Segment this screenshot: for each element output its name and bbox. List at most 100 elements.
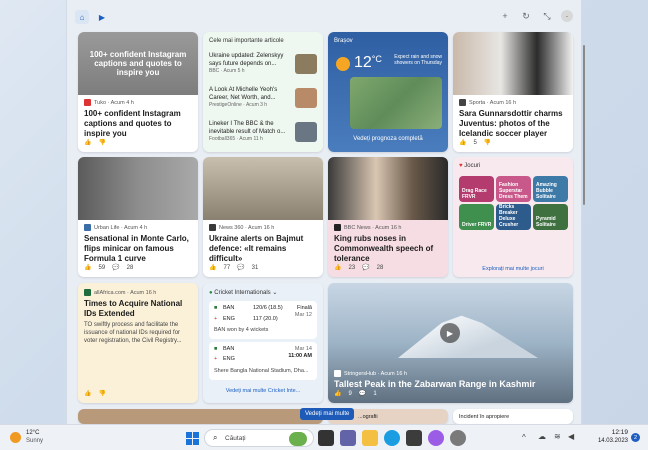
taskbar-weather-desc[interactable]: Sunny: [26, 438, 43, 444]
king-title[interactable]: King rubs noses in Commonwealth speech o…: [334, 234, 444, 264]
search-icon: ⌕: [213, 433, 218, 442]
game-tile[interactable]: Fashion Superstar Dress Them: [496, 176, 531, 202]
cricket-header[interactable]: ● Cricket Internationals ⌄: [209, 289, 277, 296]
king-source: BBC News · Acum 16 h: [334, 224, 401, 231]
onedrive-icon[interactable]: ☁: [538, 432, 546, 441]
like-icon[interactable]: 👍: [84, 390, 91, 397]
weather-card[interactable]: Brașov 12°C Expect rain and snow showers…: [328, 32, 448, 152]
weather-map[interactable]: [350, 77, 442, 129]
bajmut-thumbnail: [203, 157, 323, 220]
comment-icon[interactable]: 💬: [237, 264, 244, 271]
instagram-card[interactable]: 100+ confident Instagram captions and qu…: [78, 32, 198, 152]
king-actions: 👍 23 💬 28: [334, 264, 384, 272]
profile-icon[interactable]: ·: [561, 10, 573, 22]
collapse-icon[interactable]: ⤡: [541, 10, 553, 22]
weather-forecast-link[interactable]: Vedeți prognoza completă: [328, 136, 448, 142]
windows-start-icon[interactable]: [184, 430, 200, 446]
story-thumbnail: [295, 88, 317, 108]
instagram-title[interactable]: 100+ confident Instagram captions and qu…: [84, 109, 194, 139]
file-explorer-icon[interactable]: [362, 430, 378, 446]
sun-icon: [336, 57, 350, 71]
monte-card[interactable]: Urban Life · Acum 4 h Sensational in Mon…: [78, 157, 198, 277]
sara-source: Sporta · Acum 16 h: [459, 99, 516, 106]
volume-icon[interactable]: ◀: [568, 432, 574, 441]
bajmut-card[interactable]: News 360 · Acum 16 h Ukraine alerts on B…: [203, 157, 323, 277]
cricket-match-1[interactable]: ■ BAN 120/6 (18.5) + ENG 117 (20.0) Fina…: [209, 301, 317, 339]
top-stories-card: Cele mai importante articole Ukraine upd…: [203, 32, 323, 152]
story-text[interactable]: A Look At Michelle Yeoh's Career, Net Wo…: [209, 86, 293, 102]
dislike-icon[interactable]: 👎: [484, 139, 491, 146]
refresh-icon[interactable]: ↻: [520, 10, 532, 22]
ids-card[interactable]: allAfrica.com · Acum 16 h Times to Acqui…: [78, 283, 198, 403]
play-icon[interactable]: ▶: [440, 323, 460, 343]
video-icon[interactable]: ▶: [95, 10, 109, 24]
bajmut-title[interactable]: Ukraine alerts on Bajmut defence: «It re…: [209, 234, 319, 264]
monte-source: Urban Life · Acum 4 h: [84, 224, 147, 231]
king-card[interactable]: BBC News · Acum 16 h King rubs noses in …: [328, 157, 448, 277]
chevron-up-icon[interactable]: ^: [522, 433, 526, 442]
store-icon[interactable]: [406, 430, 422, 446]
top-stories-header: Cele mai importante articole: [209, 38, 284, 44]
teams-chat-icon[interactable]: [340, 430, 356, 446]
search-input[interactable]: ⌕ Căutați: [204, 429, 314, 447]
see-more-tooltip[interactable]: Vedeți mai multe: [300, 408, 355, 420]
story-thumbnail: [295, 54, 317, 74]
story-text[interactable]: Lineker I The BBC & the inevitable resul…: [209, 120, 293, 136]
like-icon[interactable]: 👍: [459, 139, 466, 146]
scrollbar[interactable]: [583, 45, 585, 205]
ids-title[interactable]: Times to Acquire National IDs Extended: [84, 299, 194, 319]
dislike-icon[interactable]: 👎: [98, 390, 105, 397]
widgets-panel: ⌂ ▶ + ↻ ⤡ · 100+ confident Instagram cap…: [66, 0, 582, 424]
kashmir-source: StringersHub · Acum 16 h: [334, 370, 407, 377]
king-thumbnail: [328, 157, 448, 220]
cricket-match-2[interactable]: ■ BAN + ENG Mar 14 11:00 AM Shere Bangla…: [209, 342, 317, 380]
like-icon[interactable]: 👍: [84, 139, 91, 146]
story-text[interactable]: Ukraine updated: Zelenskyy says future d…: [209, 52, 293, 68]
instagram-actions: 👍 👎: [84, 139, 106, 146]
plus-icon[interactable]: +: [499, 10, 511, 22]
comment-icon[interactable]: 💬: [362, 264, 369, 271]
taskbar-weather-temp[interactable]: 12°C: [26, 430, 39, 436]
monte-title[interactable]: Sensational in Monte Carlo, flips minica…: [84, 234, 194, 264]
like-icon[interactable]: 👍: [84, 264, 91, 271]
copilot-icon[interactable]: [428, 430, 444, 446]
partial-right-label: Incident în apropiere: [459, 414, 510, 420]
like-icon[interactable]: 👍: [334, 390, 341, 397]
settings-gear-icon[interactable]: [450, 430, 466, 446]
task-view-icon[interactable]: [318, 430, 334, 446]
comment-icon[interactable]: 💬: [359, 390, 366, 397]
dislike-icon[interactable]: 👎: [98, 139, 105, 146]
game-tile[interactable]: Pyramid Solitaire: [533, 204, 568, 230]
game-tile[interactable]: Drag Race FRVR: [459, 176, 494, 202]
game-tile[interactable]: Driver FRVR: [459, 204, 494, 230]
game-tile[interactable]: Amazing Bubble Solitaire: [533, 176, 568, 202]
weather-location[interactable]: Brașov: [334, 38, 353, 44]
weather-sun-icon[interactable]: [10, 432, 21, 443]
partial-card-left[interactable]: [78, 409, 323, 424]
cricket-more-link[interactable]: Vedeți mai multe Cricket Inte...: [203, 388, 323, 394]
clock-date[interactable]: 14.03.2023: [585, 438, 628, 444]
edge-icon[interactable]: [384, 430, 400, 446]
network-icon[interactable]: ≋: [554, 432, 561, 441]
sara-card[interactable]: Sporta · Acum 16 h Sara Gunnarsdottir ch…: [453, 32, 573, 152]
partial-card-right[interactable]: Incident în apropiere: [453, 409, 573, 424]
like-icon[interactable]: 👍: [334, 264, 341, 271]
cricket-card: ● Cricket Internationals ⌄ ■ BAN 120/6 (…: [203, 283, 323, 403]
games-more-link[interactable]: Explorați mai multe jocuri: [453, 266, 573, 272]
like-icon[interactable]: 👍: [209, 264, 216, 271]
home-icon[interactable]: ⌂: [75, 10, 89, 24]
partial-mid-label: ...ografii: [358, 414, 378, 420]
notification-badge[interactable]: 2: [631, 433, 640, 442]
ids-body: TO swiftly process and facilitate the is…: [84, 322, 182, 344]
kashmir-card[interactable]: ▶ StringersHub · Acum 16 h Tallest Peak …: [328, 283, 573, 403]
kashmir-title[interactable]: Tallest Peak in the Zabarwan Range in Ka…: [334, 379, 535, 389]
weather-note: Expect rain and snow showers on Thursday: [394, 54, 442, 66]
games-header: ♥ Jocuri: [459, 163, 481, 169]
monte-thumbnail: [78, 157, 198, 220]
weather-temp: 12°C: [354, 54, 382, 71]
sara-title[interactable]: Sara Gunnarsdottir charms Juventus: phot…: [459, 109, 569, 139]
bajmut-actions: 👍 77 💬 31: [209, 264, 259, 272]
clock-time[interactable]: 12:19: [594, 429, 628, 436]
comment-icon[interactable]: 💬: [112, 264, 119, 271]
game-tile[interactable]: Bricks Breaker Deluxe Crusher: [496, 204, 531, 230]
